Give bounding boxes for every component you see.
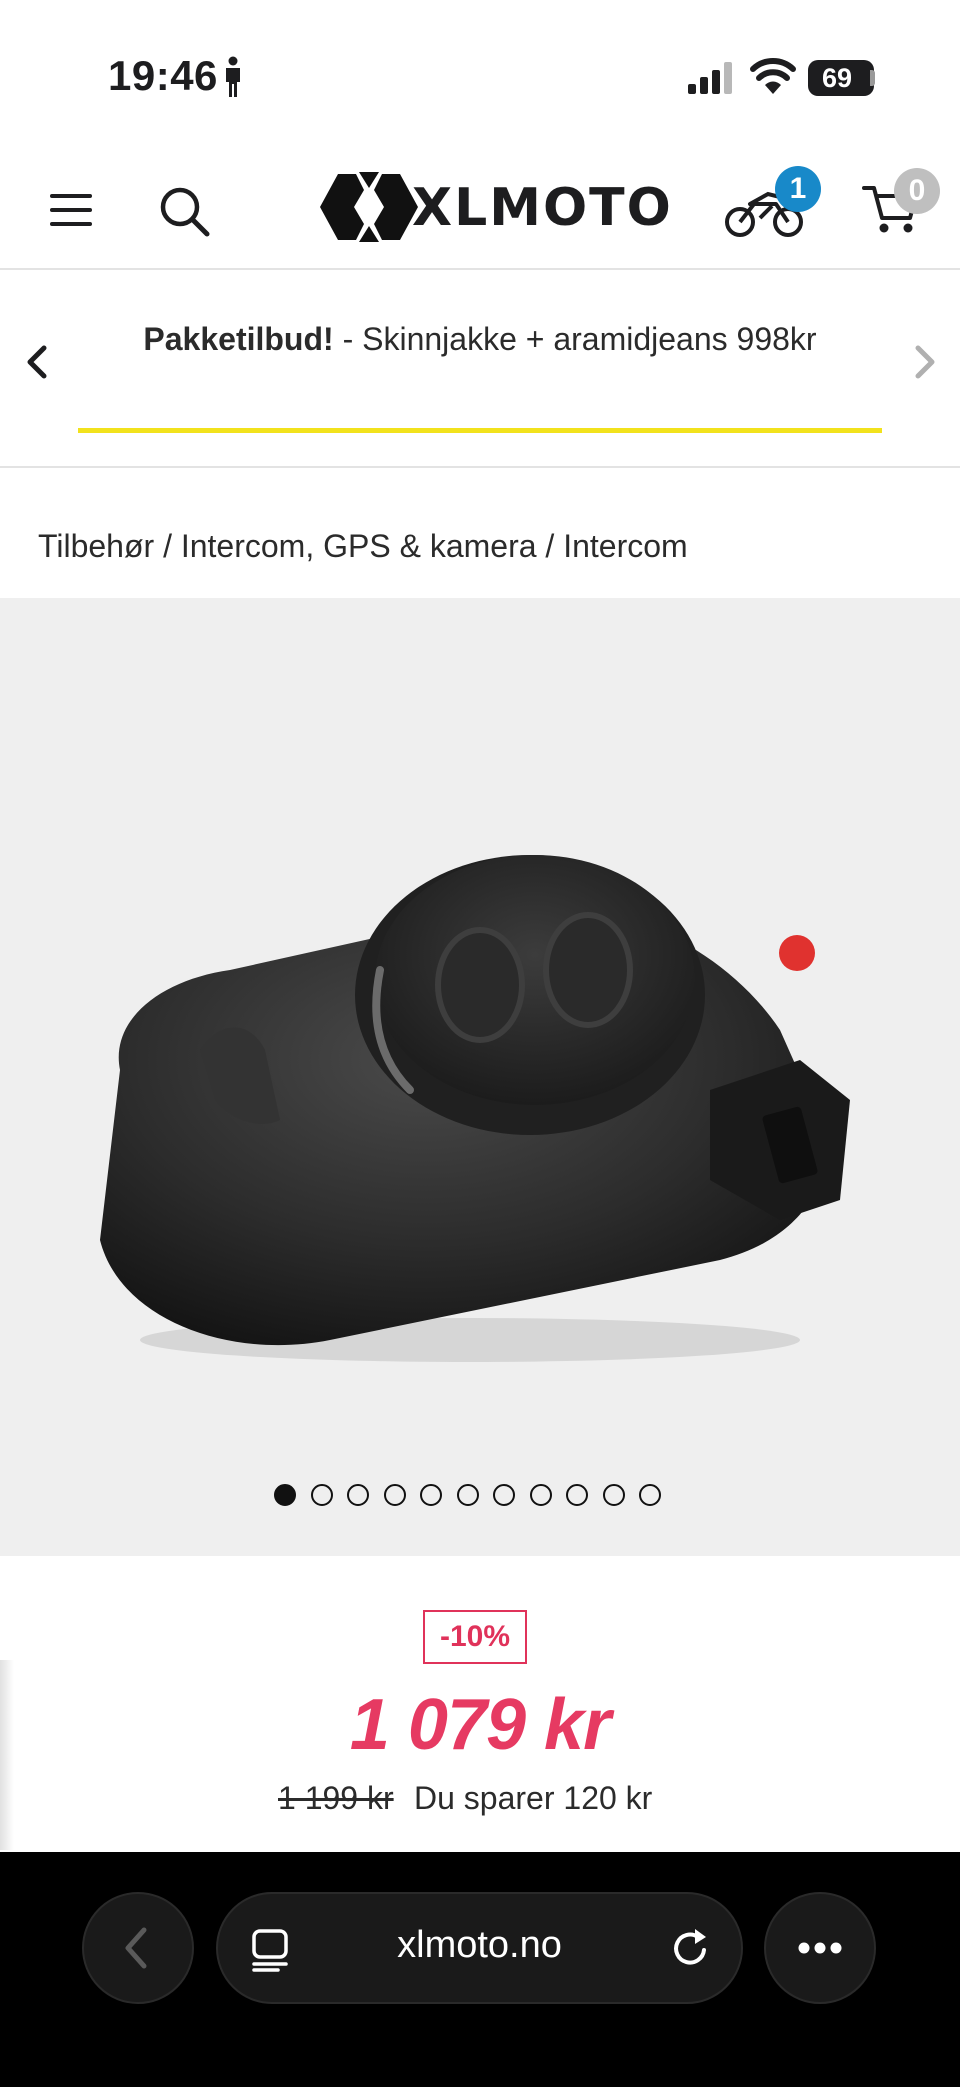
gallery-dot-5[interactable] bbox=[420, 1484, 442, 1506]
garage-count-badge: 1 bbox=[775, 166, 821, 212]
promo-text[interactable]: Pakketilbud! - Skinnjakke + aramidjeans … bbox=[110, 316, 850, 362]
gallery-dot-6[interactable] bbox=[456, 1484, 479, 1506]
chevron-left-icon[interactable] bbox=[20, 340, 56, 384]
promo-description: - Skinnjakke + aramidjeans 998kr bbox=[333, 321, 817, 357]
gallery-dot-2[interactable] bbox=[310, 1484, 333, 1506]
wifi-icon bbox=[750, 58, 796, 94]
gallery-dot-8[interactable] bbox=[529, 1484, 552, 1506]
battery-level: 69 bbox=[821, 63, 853, 93]
browser-back-button[interactable] bbox=[82, 1892, 194, 2004]
gallery-dot-1[interactable] bbox=[274, 1484, 296, 1506]
person-icon bbox=[226, 56, 240, 97]
promo-progress-bar bbox=[78, 428, 882, 433]
discount-badge: -10% bbox=[423, 1610, 527, 1664]
chevron-right-icon[interactable] bbox=[906, 340, 942, 384]
gallery-dot-11[interactable] bbox=[639, 1484, 661, 1506]
ellipsis-icon bbox=[798, 1942, 842, 1954]
cart-count-badge: 0 bbox=[894, 168, 940, 214]
savings-text: Du sparer 120 kr bbox=[414, 1780, 653, 1816]
status-time: 19:46 bbox=[108, 52, 218, 99]
gallery-dot-4[interactable] bbox=[383, 1484, 406, 1506]
search-icon[interactable] bbox=[156, 183, 212, 239]
url-text[interactable]: xlmoto.no bbox=[216, 1924, 743, 1967]
promo-title: Pakketilbud! bbox=[143, 321, 334, 357]
more-options-button[interactable] bbox=[764, 1892, 876, 2004]
gallery-dot-9[interactable] bbox=[566, 1484, 588, 1506]
product-image-intercom[interactable] bbox=[80, 820, 860, 1380]
chevron-left-icon bbox=[125, 1927, 147, 1969]
gallery-dot-3[interactable] bbox=[347, 1484, 369, 1506]
breadcrumb[interactable]: Tilbehør / Intercom, GPS & kamera / Inte… bbox=[38, 528, 688, 565]
cellular-signal-icon bbox=[688, 62, 732, 94]
gallery-pagination[interactable] bbox=[274, 1484, 661, 1510]
reload-icon[interactable] bbox=[668, 1926, 714, 1972]
promo-banner[interactable] bbox=[0, 270, 960, 468]
logo-text: XLMOTO bbox=[412, 178, 673, 238]
battery-cap bbox=[870, 70, 875, 86]
current-price: 1 079 kr bbox=[349, 1685, 611, 1765]
original-price: 1 199 kr bbox=[278, 1780, 394, 1816]
gallery-dot-10[interactable] bbox=[602, 1484, 625, 1506]
gallery-dot-7[interactable] bbox=[493, 1484, 515, 1506]
menu-icon[interactable] bbox=[48, 190, 96, 230]
